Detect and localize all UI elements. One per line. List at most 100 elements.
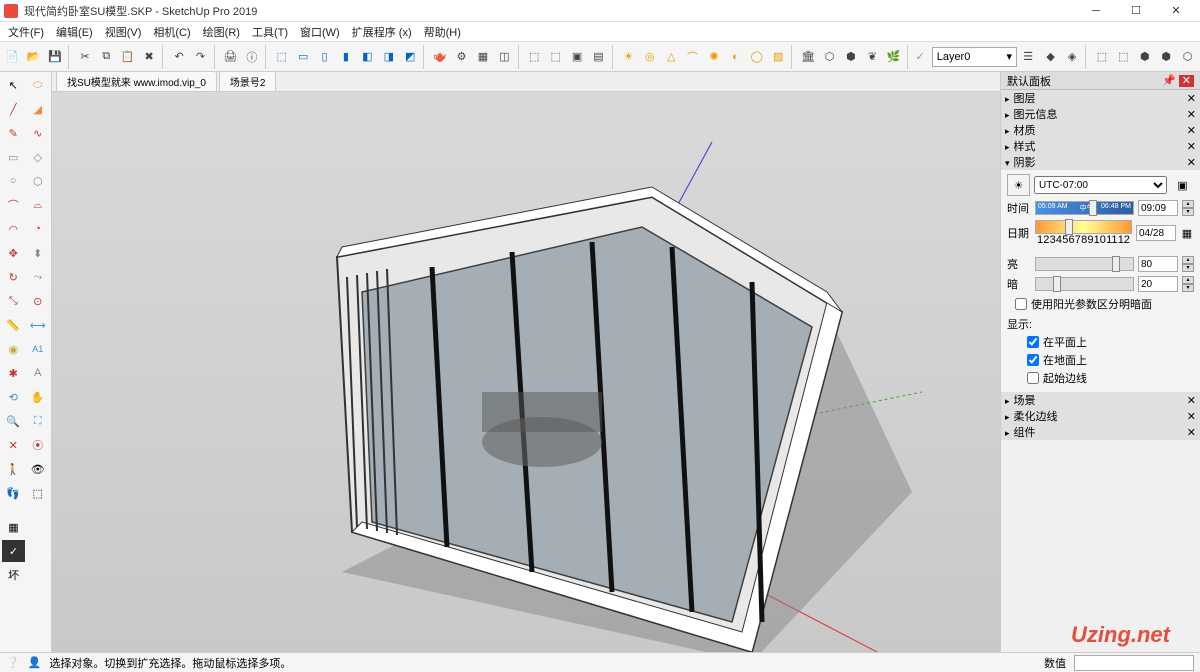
section-icon[interactable]: ✕ — [2, 434, 25, 456]
zoom-extents-icon[interactable]: ⛶ — [27, 410, 50, 432]
tray-close-icon[interactable]: ✕ — [1179, 75, 1194, 87]
teapot-icon[interactable]: 🫖 — [430, 45, 450, 69]
from-edges-checkbox[interactable] — [1027, 372, 1039, 384]
pan-icon[interactable]: ✋ — [27, 386, 50, 408]
shadow-toggle-icon[interactable]: ☀ — [1007, 174, 1030, 196]
menu-help[interactable]: 帮助(H) — [420, 24, 465, 40]
zoom-icon[interactable]: 🔍 — [2, 410, 25, 432]
render-output-icon[interactable]: ▦ — [473, 45, 493, 69]
offset-icon[interactable]: ⊙ — [27, 290, 50, 312]
move-icon[interactable]: ✥ — [2, 242, 25, 264]
pushpull-icon[interactable]: ⬍ — [27, 242, 50, 264]
date-value[interactable] — [1136, 225, 1176, 241]
menu-edit[interactable]: 编辑(E) — [52, 24, 97, 40]
box-shade-icon[interactable]: ▨ — [768, 45, 788, 69]
style-tex-icon[interactable]: ⬢ — [1156, 45, 1176, 69]
maximize-button[interactable]: ☐ — [1116, 0, 1156, 22]
arc-icon[interactable]: ⌒ — [2, 194, 25, 216]
on-faces-checkbox[interactable] — [1027, 336, 1039, 348]
camera-back-icon[interactable]: ◧ — [357, 45, 377, 69]
camera-left-icon[interactable]: ◨ — [379, 45, 399, 69]
solid2-icon[interactable]: ◈ — [1062, 45, 1082, 69]
scale-icon[interactable]: ⤡ — [2, 290, 25, 312]
close-button[interactable]: ✕ — [1156, 0, 1196, 22]
section-shadows[interactable]: ▾阴影✕ — [1001, 154, 1200, 170]
section-soften[interactable]: ▸柔化边线✕ — [1001, 408, 1200, 424]
half-icon[interactable]: ◐ — [725, 45, 745, 69]
delete-icon[interactable]: ✖ — [139, 45, 159, 69]
frame1-icon[interactable]: ⬚ — [524, 45, 544, 69]
layer-manager-icon[interactable]: ☰ — [1018, 45, 1038, 69]
grid-icon[interactable]: ▦ — [2, 516, 25, 538]
style-wire-icon[interactable]: ⬚ — [1092, 45, 1112, 69]
rotrect-icon[interactable]: ◇ — [27, 146, 50, 168]
axes-icon[interactable]: ✱ — [2, 362, 25, 384]
text-icon[interactable]: A1 — [27, 338, 50, 360]
3dtext-icon[interactable]: A — [27, 362, 50, 384]
default-tray-title[interactable]: 默认面板 📌 ✕ — [1001, 72, 1200, 90]
sun-icon[interactable]: ☀ — [618, 45, 638, 69]
scene-tab-1[interactable]: 找SU模型就来 www.imod.vip_0 — [56, 71, 217, 91]
viewport[interactable]: ↖ — [52, 92, 1000, 672]
render-region-icon[interactable]: ◫ — [494, 45, 514, 69]
broken-icon[interactable]: 坏 — [2, 564, 25, 586]
burst-icon[interactable]: ✺ — [704, 45, 724, 69]
select-icon[interactable]: ↖ — [2, 74, 25, 96]
date-picker-icon[interactable]: ▦ — [1180, 222, 1194, 244]
minimize-button[interactable]: ─ — [1076, 0, 1116, 22]
arch-icon[interactable]: ⌒ — [682, 45, 702, 69]
section-materials[interactable]: ▸材质✕ — [1001, 122, 1200, 138]
paste-icon[interactable]: 📋 — [118, 45, 138, 69]
camera-top-icon[interactable]: ▭ — [293, 45, 313, 69]
line-icon[interactable]: ╱ — [2, 98, 25, 120]
section-scenes[interactable]: ▸场景✕ — [1001, 392, 1200, 408]
date-slider[interactable] — [1035, 220, 1132, 234]
menu-extensions[interactable]: 扩展程序 (x) — [348, 24, 416, 40]
tray-pin-icon[interactable]: 📌 — [1162, 75, 1176, 87]
sun-shading-checkbox[interactable] — [1015, 298, 1027, 310]
arc3-icon[interactable]: ◠ — [2, 218, 25, 240]
dark-spinner[interactable]: ▴▾ — [1182, 276, 1194, 292]
protractor-icon[interactable]: ◉ — [2, 338, 25, 360]
lasso-icon[interactable]: ⬭ — [27, 74, 50, 96]
shadow-ring-icon[interactable]: ◯ — [747, 45, 767, 69]
menu-draw[interactable]: 绘图(R) — [199, 24, 244, 40]
time-slider[interactable]: 05:09 AM 中午 06:48 PM — [1035, 201, 1134, 215]
rect-icon[interactable]: ▭ — [2, 146, 25, 168]
followme-icon[interactable]: ⤳ — [27, 266, 50, 288]
camera-right-icon[interactable]: ▮ — [336, 45, 356, 69]
check-icon[interactable]: ✓ — [2, 540, 25, 562]
orbit-icon[interactable]: ⟲ — [2, 386, 25, 408]
arc2-icon[interactable]: ⌓ — [27, 194, 50, 216]
style-mono-icon[interactable]: ⬡ — [1177, 45, 1197, 69]
plant-icon[interactable]: 🌿 — [884, 45, 904, 69]
section-entity[interactable]: ▸图元信息✕ — [1001, 106, 1200, 122]
section-styles[interactable]: ▸样式✕ — [1001, 138, 1200, 154]
pencil-icon[interactable]: ✎ — [2, 122, 25, 144]
dark-slider[interactable] — [1035, 277, 1134, 291]
freehand-icon[interactable]: ∿ — [27, 122, 50, 144]
status-user-icon[interactable]: 👤 — [28, 656, 42, 669]
circle-icon[interactable]: ○ — [2, 170, 25, 192]
warehouse-icon[interactable]: 🏛 — [798, 45, 818, 69]
menu-file[interactable]: 文件(F) — [4, 24, 48, 40]
eraser-icon[interactable]: ◢ — [27, 98, 50, 120]
new-icon[interactable]: 📄 — [2, 45, 22, 69]
lookaround-icon[interactable]: 👁 — [27, 458, 50, 480]
layer-combo[interactable]: Layer0 ▾ — [932, 47, 1017, 67]
measurements-input[interactable] — [1074, 655, 1194, 671]
camera-iso-icon[interactable]: ⬚ — [272, 45, 292, 69]
rotate-icon[interactable]: ↻ — [2, 266, 25, 288]
menu-window[interactable]: 窗口(W) — [296, 24, 344, 40]
cone-icon[interactable]: △ — [661, 45, 681, 69]
frame4-icon[interactable]: ▤ — [588, 45, 608, 69]
timezone-select[interactable]: UTC-07:00 — [1034, 176, 1167, 194]
on-ground-checkbox[interactable] — [1027, 354, 1039, 366]
style-hidden-icon[interactable]: ⬚ — [1113, 45, 1133, 69]
render-settings-icon[interactable]: ⚙ — [451, 45, 471, 69]
copy-icon[interactable]: ⧉ — [96, 45, 116, 69]
light-value[interactable] — [1138, 256, 1178, 272]
camera-persp-icon[interactable]: ◩ — [400, 45, 420, 69]
shadow-expand-icon[interactable]: ▣ — [1171, 174, 1194, 196]
footprint-icon[interactable]: 👣 — [2, 482, 25, 504]
